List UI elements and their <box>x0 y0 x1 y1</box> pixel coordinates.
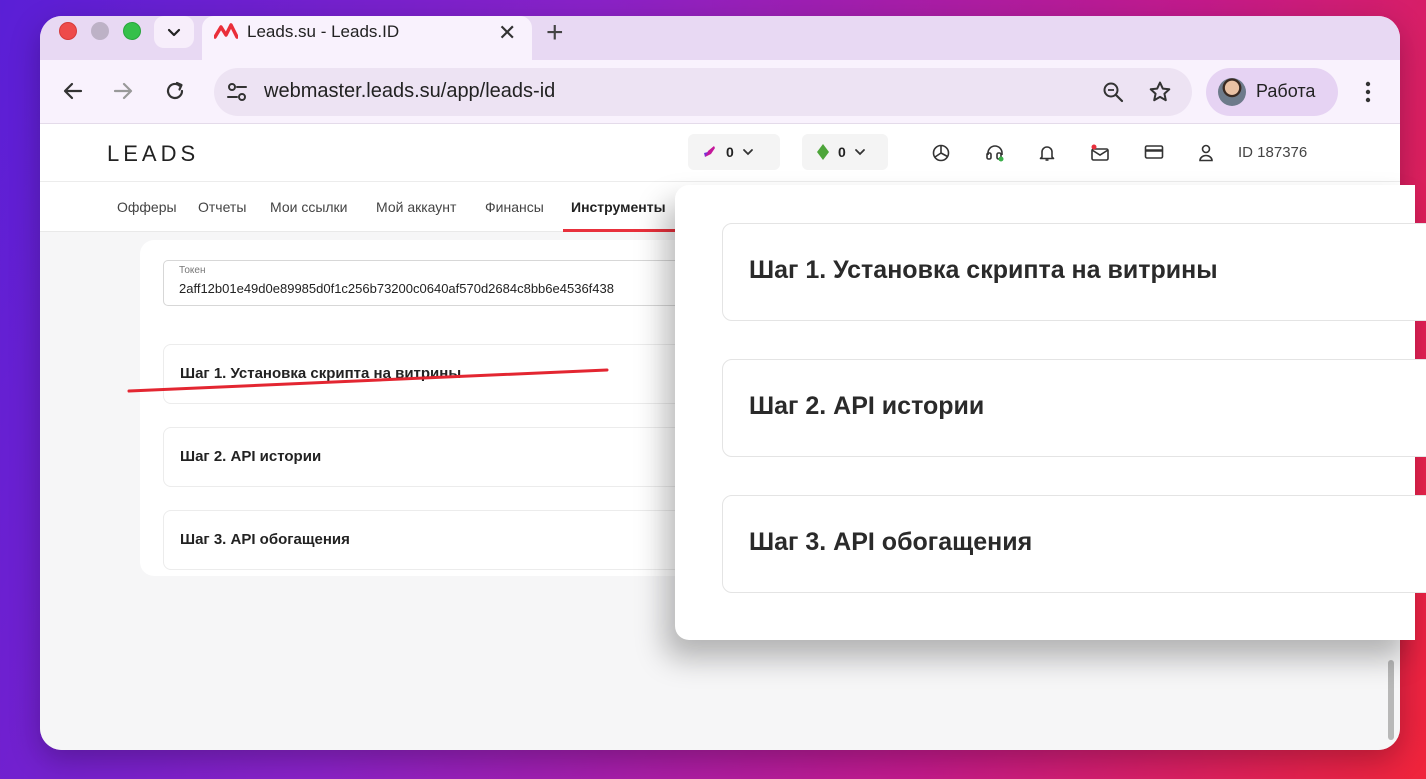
url-text: webmaster.leads.su/app/leads-id <box>264 80 556 102</box>
zoom-window-button[interactable] <box>123 22 141 40</box>
zoom-step-3[interactable]: Шаг 3. API обогащения <box>722 495 1426 593</box>
balance-dropdown-a[interactable]: 0 <box>688 134 780 170</box>
payment-card-icon[interactable] <box>1144 144 1164 160</box>
chevron-down-icon <box>742 149 753 156</box>
site-settings-icon[interactable] <box>226 81 248 103</box>
profile-button[interactable]: Работа <box>1206 68 1338 116</box>
minimize-window-button[interactable] <box>91 22 109 40</box>
zoom-step-1-title: Шаг 1. Установка скрипта на витрины <box>749 256 1218 284</box>
nav-item-my-account[interactable]: Мой аккаунт <box>376 199 456 215</box>
step-2-accordion[interactable]: Шаг 2. API истории <box>163 427 723 487</box>
balance-b-value: 0 <box>838 144 846 160</box>
token-field[interactable]: Токен 2aff12b01e49d0e89985d0f1c256b73200… <box>163 260 723 306</box>
step-3-accordion[interactable]: Шаг 3. API обогащения <box>163 510 723 570</box>
balance-a-value: 0 <box>726 144 734 160</box>
avatar <box>1218 78 1246 106</box>
bell-icon[interactable] <box>1038 144 1056 162</box>
zoom-step-1[interactable]: Шаг 1. Установка скрипта на витрины <box>722 223 1426 321</box>
bookmark-star-icon[interactable] <box>1148 80 1172 104</box>
site-header: LEADS 0 0 ID 187376 <box>40 124 1400 182</box>
nav-item-reports[interactable]: Отчеты <box>198 199 246 215</box>
user-id[interactable]: ID 187376 <box>1238 144 1307 161</box>
active-tab-indicator <box>563 229 677 232</box>
balance-dropdown-b[interactable]: 0 <box>802 134 888 170</box>
profile-label: Работа <box>1256 81 1316 101</box>
new-tab-button[interactable]: + <box>546 16 564 50</box>
chevron-down-icon <box>854 149 865 156</box>
support-headset-icon[interactable] <box>985 144 1005 162</box>
step-1-title: Шаг 1. Установка скрипта на витрины <box>180 365 462 382</box>
token-label: Токен <box>179 265 206 276</box>
analytics-pie-icon[interactable] <box>932 144 950 162</box>
tab-search-button[interactable] <box>154 16 194 48</box>
browser-toolbar: webmaster.leads.su/app/leads-id Работа <box>40 60 1400 124</box>
site-logo[interactable]: LEADS <box>107 141 199 167</box>
close-tab-icon[interactable]: ✕ <box>498 20 516 46</box>
tab-strip: Leads.su - Leads.ID ✕ + <box>40 16 1400 60</box>
tab-title: Leads.su - Leads.ID <box>247 22 400 41</box>
more-menu-icon[interactable] <box>1360 80 1376 104</box>
zoom-step-2-title: Шаг 2. API истории <box>749 392 985 420</box>
step-3-title: Шаг 3. API обогащения <box>180 531 350 548</box>
leads-logo-icon <box>214 23 238 39</box>
step-2-title: Шаг 2. API истории <box>180 448 322 465</box>
rocket-icon <box>704 146 715 157</box>
zoom-search-icon[interactable] <box>1102 81 1124 103</box>
nav-item-offers[interactable]: Офферы <box>117 199 177 215</box>
close-window-button[interactable] <box>59 22 77 40</box>
chevron-down-icon <box>167 28 181 37</box>
nav-item-tools[interactable]: Инструменты <box>571 199 666 215</box>
address-bar[interactable]: webmaster.leads.su/app/leads-id <box>214 68 1192 116</box>
token-value: 2aff12b01e49d0e89985d0f1c256b73200c0640a… <box>179 281 614 296</box>
reload-icon[interactable] <box>164 80 186 102</box>
nav-item-finance[interactable]: Финансы <box>485 199 544 215</box>
page-scrollbar[interactable] <box>1388 660 1394 740</box>
mail-icon[interactable] <box>1090 144 1110 162</box>
crystal-icon <box>817 144 829 160</box>
zoom-step-2[interactable]: Шаг 2. API истории <box>722 359 1426 457</box>
zoom-step-3-title: Шаг 3. API обогащения <box>749 528 1033 556</box>
zoom-callout: Шаг 1. Установка скрипта на витрины Шаг … <box>675 185 1426 640</box>
active-tab[interactable]: Leads.su - Leads.ID ✕ <box>202 16 532 60</box>
step-1-accordion[interactable]: Шаг 1. Установка скрипта на витрины <box>163 344 723 404</box>
back-arrow-icon[interactable] <box>62 80 84 102</box>
user-icon[interactable] <box>1198 144 1214 162</box>
forward-arrow-icon[interactable] <box>112 80 134 102</box>
nav-item-my-links[interactable]: Мои ссылки <box>270 199 348 215</box>
